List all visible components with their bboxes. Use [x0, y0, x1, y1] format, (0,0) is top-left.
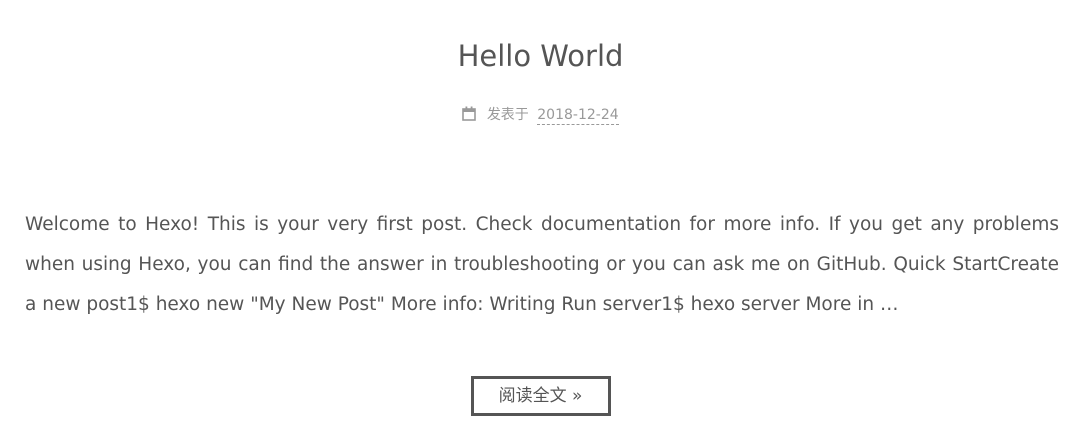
- calendar-icon: [462, 106, 477, 128]
- post-meta-label: 发表于: [486, 107, 529, 123]
- post-meta: 发表于 2018-12-24: [0, 104, 1081, 128]
- post-excerpt: Welcome to Hexo! This is your very first…: [25, 214, 1059, 315]
- post-date[interactable]: 2018-12-24: [537, 107, 619, 125]
- post-card: Hello World 发表于 2018-12-24 Welcome to He…: [0, 0, 1081, 431]
- read-more-container: 阅读全文 »: [0, 376, 1081, 416]
- read-more-button[interactable]: 阅读全文 »: [470, 376, 611, 416]
- post-title[interactable]: Hello World: [0, 36, 1081, 76]
